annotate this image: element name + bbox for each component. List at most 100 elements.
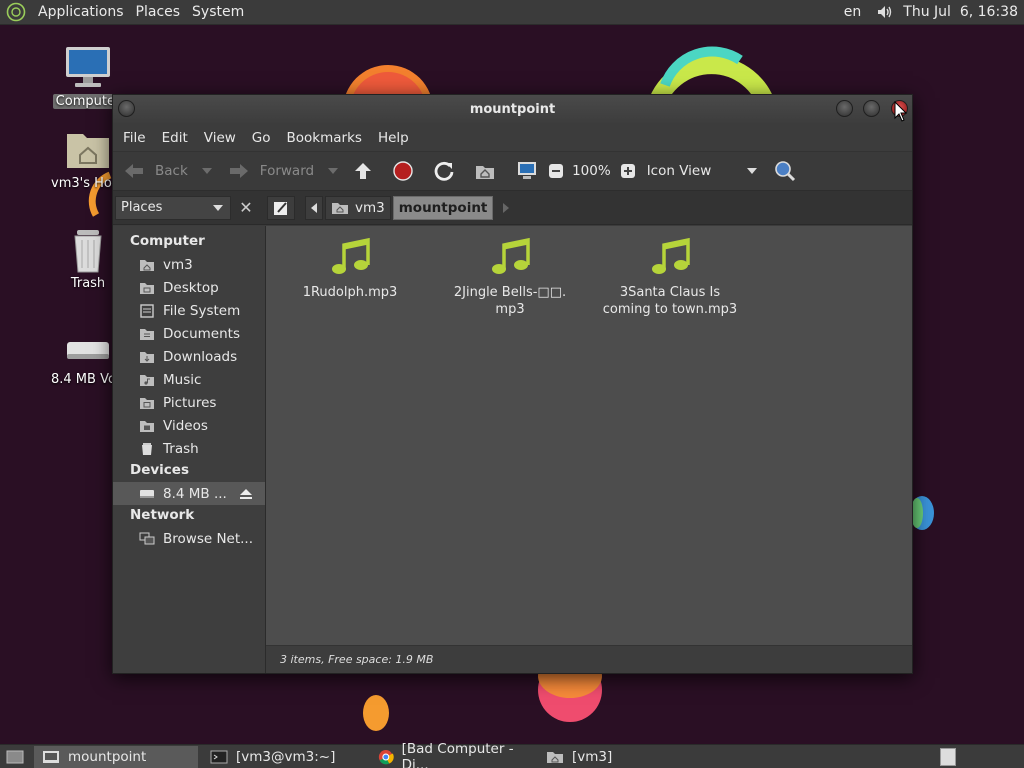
stop-button[interactable] [392, 156, 414, 186]
path-scroll-right-icon[interactable] [503, 202, 510, 213]
taskbar-item-label: [vm3] [572, 748, 613, 765]
network-icon [139, 532, 155, 544]
view-mode-select[interactable]: Icon View [647, 156, 757, 186]
forward-button[interactable]: Forward [226, 156, 314, 186]
bottom-panel: mountpoint [vm3@vm3:~] [Bad Computer - D… [0, 741, 1024, 768]
back-label: Back [155, 163, 188, 179]
close-icon: ✕ [239, 198, 253, 217]
sidebar-item-label: Pictures [163, 394, 217, 411]
sidebar-item-file-system[interactable]: File System [113, 299, 265, 322]
menu-file[interactable]: File [115, 130, 154, 146]
sidebar-item-vm3[interactable]: vm3 [113, 253, 265, 276]
system-menu[interactable]: System [186, 4, 250, 20]
back-history-dropdown[interactable] [201, 156, 212, 186]
file-item[interactable]: 3Santa Claus Is coming to town.mp3 [600, 236, 740, 318]
location-bar: Places ✕ vm3 mountpoint [113, 191, 912, 225]
computer-button[interactable] [515, 156, 539, 186]
trash-icon [142, 442, 152, 455]
view-mode-value: Icon View [646, 163, 712, 179]
drive-icon [140, 489, 154, 498]
taskbar-item-label: [Bad Computer - Di... [401, 740, 514, 768]
back-button[interactable]: Back [121, 156, 188, 186]
file-name: 1Rudolph.mp3 [302, 285, 398, 300]
zoom-out-button[interactable] [547, 156, 565, 186]
sidebar-item-music[interactable]: Music [113, 368, 265, 391]
forward-history-dropdown[interactable] [328, 156, 339, 186]
show-desktop-button[interactable] [0, 746, 30, 768]
taskbar-item-terminal[interactable]: [vm3@vm3:~] [202, 746, 366, 768]
path-item-mountpoint[interactable]: mountpoint [392, 195, 494, 220]
file-name-continued: coming to town.mp3 [602, 302, 738, 317]
trash-icon [74, 230, 102, 273]
path-item-vm3[interactable]: vm3 [325, 195, 391, 220]
top-panel: Applications Places System en Thu Jul 6,… [0, 0, 1024, 25]
keyboard-layout-indicator[interactable]: en [844, 4, 862, 20]
workspace-switcher[interactable] [940, 747, 956, 766]
music-file-icon [332, 237, 370, 274]
side-pane-value: Places [121, 200, 163, 215]
sidebar-item-volume[interactable]: 8.4 MB ... [113, 482, 265, 505]
menu-go[interactable]: Go [244, 130, 279, 146]
file-name: 3Santa Claus Is [619, 285, 721, 300]
sidebar-section-network: Network [130, 507, 195, 523]
computer-icon [518, 162, 537, 179]
sidebar-section-devices: Devices [130, 462, 189, 478]
title-bar[interactable]: mountpoint [113, 95, 912, 125]
zoom-in-button[interactable] [619, 156, 637, 186]
up-button[interactable] [352, 156, 374, 186]
taskbar-item-home-folder[interactable]: [vm3] [538, 746, 620, 768]
toolbar: Back Forward 100% Icon View [113, 151, 912, 191]
zoom-level: 100% [572, 163, 611, 179]
places-menu[interactable]: Places [130, 4, 187, 20]
sidebar-item-pictures[interactable]: Pictures [113, 391, 265, 414]
minimize-button[interactable] [836, 100, 853, 117]
menu-bookmarks[interactable]: Bookmarks [279, 130, 370, 146]
menu-view[interactable]: View [196, 130, 244, 146]
sidebar-item-videos[interactable]: Videos [113, 414, 265, 437]
menu-bar: File Edit View Go Bookmarks Help [113, 125, 912, 151]
mouse-cursor-icon [894, 101, 908, 122]
chevron-down-icon [328, 168, 339, 174]
sidebar-item-documents[interactable]: Documents [113, 322, 265, 345]
desktop-icon-label: Trash [70, 276, 106, 291]
sidebar-item-label: Downloads [163, 348, 238, 365]
sidebar-item-browse-network[interactable]: Browse Net... [113, 527, 265, 550]
window-title: mountpoint [469, 102, 556, 117]
sidebar-item-desktop[interactable]: Desktop [113, 276, 265, 299]
file-name-continued: mp3 [495, 302, 525, 317]
toggle-location-entry-button[interactable] [267, 195, 295, 220]
file-view[interactable]: 1Rudolph.mp3 2Jingle Bells-□□. mp3 3Sant… [266, 226, 912, 673]
clock[interactable]: Thu Jul 6, 16:38 [903, 4, 1018, 20]
downloads-folder-icon [140, 351, 154, 363]
menu-help[interactable]: Help [370, 130, 417, 146]
sidebar-item-trash[interactable]: Trash [113, 437, 265, 460]
window-body: Computer vm3 Desktop File System Documen… [113, 226, 912, 673]
volume-icon[interactable] [875, 3, 893, 21]
videos-folder-icon [140, 420, 154, 432]
search-icon [774, 161, 795, 182]
sidebar-item-label: Desktop [163, 279, 219, 296]
chevron-left-icon [311, 202, 317, 213]
distro-logo-icon[interactable] [6, 2, 26, 22]
home-folder-icon [140, 259, 154, 271]
search-button[interactable] [773, 156, 797, 186]
stop-icon [393, 161, 413, 181]
file-item[interactable]: 1Rudolph.mp3 [280, 236, 420, 301]
sidebar-item-downloads[interactable]: Downloads [113, 345, 265, 368]
back-arrow-icon [125, 164, 143, 178]
taskbar-item-browser[interactable]: [Bad Computer - Di... [370, 741, 534, 768]
side-pane-select[interactable]: Places [115, 195, 231, 220]
sidebar-item-label: Documents [163, 325, 240, 342]
close-side-pane-button[interactable]: ✕ [235, 197, 257, 219]
file-name: 2Jingle Bells-□□. [453, 285, 567, 300]
maximize-button[interactable] [863, 100, 880, 117]
path-scroll-left-button[interactable] [305, 195, 323, 220]
menu-edit[interactable]: Edit [154, 130, 196, 146]
taskbar-item-mountpoint[interactable]: mountpoint [34, 745, 198, 768]
applications-menu[interactable]: Applications [32, 4, 130, 20]
eject-icon[interactable] [239, 488, 253, 500]
home-button[interactable] [474, 156, 496, 186]
window-menu-button[interactable] [118, 100, 135, 117]
reload-button[interactable] [433, 156, 455, 186]
file-item[interactable]: 2Jingle Bells-□□. mp3 [440, 236, 580, 318]
